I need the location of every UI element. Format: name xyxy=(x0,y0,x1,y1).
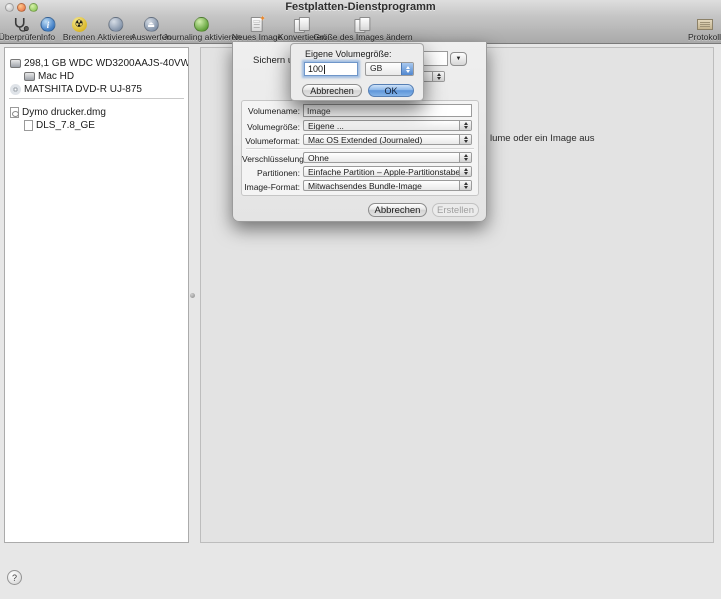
volume-size-popup[interactable]: Eigene ... xyxy=(303,120,472,131)
sidebar-item-disk[interactable]: 298,1 GB WDC WD3200AAJS-40VWA0 Media xyxy=(5,57,188,70)
new-image-icon: ✦ xyxy=(251,16,263,33)
burn-icon: ☢ xyxy=(71,16,86,33)
popup-stepper-icon xyxy=(459,153,471,162)
disk-image-volume-icon xyxy=(24,120,33,131)
toolbar-label: Aktivieren xyxy=(97,33,134,42)
toolbar-label: Größe des Images ändern xyxy=(313,33,412,42)
popup-stepper-icon xyxy=(401,63,413,75)
toolbar-button-journaling[interactable]: Journaling aktivieren xyxy=(163,16,241,43)
toolbar-button-burn[interactable]: ☢ Brennen xyxy=(63,16,95,43)
popup-ok-button[interactable]: OK xyxy=(368,84,414,97)
toolbar-button-verify[interactable]: Überprüfen xyxy=(0,16,41,43)
disk-image-icon xyxy=(10,107,19,118)
mount-sphere-icon xyxy=(108,16,123,33)
custom-volume-size-dialog: Eigene Volumegröße: 100 GB Abbrechen OK xyxy=(290,43,424,101)
volume-format-row: Volumeformat: Mac OS Extended (Journaled… xyxy=(242,134,478,146)
popup-stepper-icon xyxy=(432,72,444,81)
help-button[interactable]: ? xyxy=(7,570,22,585)
sidebar-item-label: 298,1 GB WDC WD3200AAJS-40VWA0 Media xyxy=(24,58,188,69)
stethoscope-icon xyxy=(12,16,29,33)
chevron-down-icon: ▼ xyxy=(456,56,462,62)
sidebar-item-dmg[interactable]: Dymo drucker.dmg xyxy=(5,106,188,119)
splitter-handle[interactable] xyxy=(190,293,195,298)
volume-format-label: Volumeformat: xyxy=(242,134,300,146)
unit-popup[interactable]: GB xyxy=(365,62,414,76)
convert-icon xyxy=(293,16,310,33)
volume-size-label: Volumegröße: xyxy=(242,120,300,132)
sidebar-item-label: Dymo drucker.dmg xyxy=(22,107,106,118)
popup-cancel-button[interactable]: Abbrechen xyxy=(302,84,362,97)
toolbar-label: Journaling aktivieren xyxy=(163,33,241,42)
toolbar-label: Info xyxy=(41,33,55,42)
toolbar-button-log[interactable]: Protokoll xyxy=(688,16,721,43)
volume-name-label: Volumename: xyxy=(242,104,300,116)
encryption-label: Verschlüsselung: xyxy=(242,152,300,164)
toolbar-label: Protokoll xyxy=(688,33,721,42)
partitions-popup[interactable]: Einfache Partition – Apple-Partitionstab… xyxy=(303,166,472,177)
sidebar-item-optical-drive[interactable]: MATSHITA DVD-R UJ-875 xyxy=(5,83,188,96)
popup-stepper-icon xyxy=(459,167,471,176)
sidebar-item-dmg-volume[interactable]: DLS_7.8_GE xyxy=(5,119,188,132)
popup-stepper-icon xyxy=(459,121,471,130)
volume-name-row: Volumename: Image xyxy=(242,104,478,116)
toolbar-label: Neues Image xyxy=(232,33,283,42)
volume-size-row: Volumegröße: Eigene ... xyxy=(242,120,478,132)
volume-format-popup[interactable]: Mac OS Extended (Journaled) xyxy=(303,134,472,145)
disk-utility-window: Festplatten-Dienstprogramm Überprüfen i … xyxy=(0,0,721,599)
image-format-row: Image-Format: Mitwachsendes Bundle-Image xyxy=(242,180,478,192)
volume-name-input[interactable]: Image xyxy=(303,104,472,117)
device-list: 298,1 GB WDC WD3200AAJS-40VWA0 Media Mac… xyxy=(4,47,189,543)
sheet-cancel-button[interactable]: Abbrechen xyxy=(368,203,427,217)
volume-icon xyxy=(24,72,35,81)
sidebar-item-mac-hd[interactable]: Mac HD xyxy=(5,70,188,83)
sidebar-item-label: MATSHITA DVD-R UJ-875 xyxy=(24,84,142,95)
size-value-input[interactable]: 100 xyxy=(304,62,358,76)
partitions-row: Partitionen: Einfache Partition – Apple-… xyxy=(242,166,478,178)
sidebar-item-label: Mac HD xyxy=(38,71,74,82)
group-separator xyxy=(246,148,474,150)
image-format-popup[interactable]: Mitwachsendes Bundle-Image xyxy=(303,180,472,191)
partitions-label: Partitionen: xyxy=(242,166,300,178)
title-bar: Festplatten-Dienstprogramm xyxy=(0,0,721,16)
hard-disk-icon xyxy=(10,59,21,68)
image-options-group: Volumename: Image Volumegröße: Eigene ..… xyxy=(241,100,479,196)
sidebar-separator xyxy=(9,98,184,99)
window-title: Festplatten-Dienstprogramm xyxy=(0,1,721,13)
optical-drive-icon xyxy=(10,84,21,95)
burn-glyph: ☢ xyxy=(71,17,86,32)
sheet-create-button: Erstellen xyxy=(432,203,479,217)
popup-stepper-icon xyxy=(459,135,471,144)
sidebar-item-label: DLS_7.8_GE xyxy=(36,120,95,131)
disclosure-button[interactable]: ▼ xyxy=(450,52,467,66)
encryption-row: Verschlüsselung: Ohne xyxy=(242,152,478,164)
info-glyph: i xyxy=(41,17,56,32)
journaling-sphere-icon xyxy=(195,16,210,33)
toolbar-label: Überprüfen xyxy=(0,33,41,42)
save-as-field[interactable] xyxy=(423,51,448,66)
eject-glyph: ⏏ xyxy=(143,17,158,32)
toolbar-button-mount[interactable]: Aktivieren xyxy=(97,16,134,43)
encryption-popup[interactable]: Ohne xyxy=(303,152,472,163)
info-icon: i xyxy=(41,16,56,33)
toolbar-button-resize-image[interactable]: Größe des Images ändern xyxy=(313,16,412,43)
spark-glyph: ✦ xyxy=(259,14,266,23)
toolbar-label: Brennen xyxy=(63,33,95,42)
log-icon xyxy=(697,16,713,33)
popup-stepper-icon xyxy=(459,181,471,190)
image-format-label: Image-Format: xyxy=(242,180,300,192)
resize-image-icon xyxy=(354,16,371,33)
dialog-title: Eigene Volumegröße: xyxy=(305,49,392,59)
toolbar-button-new-image[interactable]: ✦ Neues Image xyxy=(232,16,283,43)
text-caret xyxy=(324,65,325,74)
select-volume-message: lume oder ein Image aus xyxy=(490,133,595,144)
toolbar: Überprüfen i Info ☢ Brennen Aktivieren ⏏… xyxy=(0,16,721,44)
eject-icon: ⏏ xyxy=(143,16,158,33)
toolbar-button-info[interactable]: i Info xyxy=(41,16,56,43)
